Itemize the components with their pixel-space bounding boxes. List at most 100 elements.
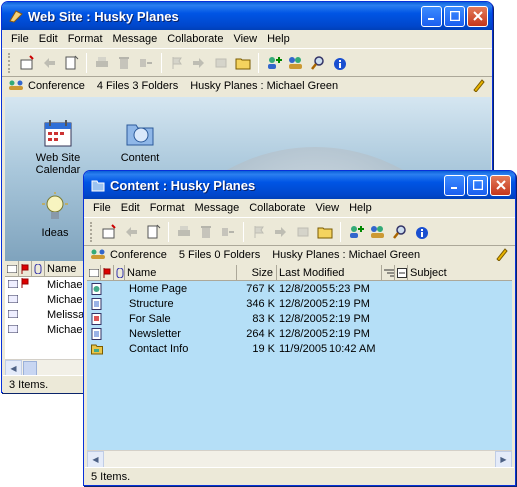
file-time: 2:19 PM bbox=[329, 327, 370, 340]
conference-icon bbox=[90, 248, 106, 263]
reply-icon[interactable] bbox=[120, 221, 142, 243]
file-list: Name Size Last Modified Subject Home Pag… bbox=[87, 264, 512, 450]
horizontal-scrollbar[interactable]: ◀ ▶ bbox=[87, 450, 512, 468]
menu-file[interactable]: File bbox=[6, 33, 34, 45]
file-time: 2:19 PM bbox=[329, 297, 370, 310]
file-date: 12/8/2005 bbox=[279, 282, 328, 295]
scroll-right-button[interactable]: ▶ bbox=[495, 450, 512, 468]
move-icon[interactable] bbox=[135, 52, 157, 74]
reply-icon[interactable] bbox=[38, 52, 60, 74]
users-icon[interactable] bbox=[285, 52, 307, 74]
edit-pencil-icon[interactable] bbox=[472, 78, 486, 95]
header-last-modified[interactable]: Last Modified bbox=[277, 264, 382, 281]
forward-icon[interactable] bbox=[270, 221, 292, 243]
toolbar-grip[interactable] bbox=[8, 52, 12, 73]
scroll-thumb[interactable] bbox=[23, 360, 37, 376]
menu-file[interactable]: File bbox=[88, 202, 116, 214]
header-type-icon[interactable] bbox=[5, 260, 19, 277]
menu-message[interactable]: Message bbox=[190, 202, 245, 214]
menu-message[interactable]: Message bbox=[108, 33, 163, 45]
forward-icon[interactable] bbox=[188, 52, 210, 74]
header-name[interactable]: Name bbox=[125, 264, 237, 281]
header-flag-icon[interactable] bbox=[101, 264, 114, 281]
close-button[interactable] bbox=[467, 5, 488, 27]
header-attachment-icon[interactable] bbox=[32, 260, 45, 277]
add-user-icon[interactable] bbox=[345, 221, 367, 243]
header-subject[interactable]: Subject bbox=[408, 265, 512, 281]
scroll-left-button[interactable]: ◀ bbox=[87, 450, 104, 468]
menu-help[interactable]: Help bbox=[344, 202, 377, 214]
calendar-icon bbox=[42, 117, 74, 149]
menu-view[interactable]: View bbox=[228, 33, 262, 45]
conference-label: Conference bbox=[28, 80, 85, 92]
attach-icon[interactable] bbox=[210, 52, 232, 74]
header-flag-icon[interactable] bbox=[19, 260, 32, 277]
header-priority-icon[interactable] bbox=[395, 264, 408, 281]
file-row[interactable]: Contact Info 19 K 11/9/2005 10:42 AM bbox=[87, 341, 512, 356]
menu-format[interactable]: Format bbox=[145, 202, 190, 214]
menu-help[interactable]: Help bbox=[262, 33, 295, 45]
file-time: 10:42 AM bbox=[329, 342, 376, 355]
new-message-icon[interactable] bbox=[98, 221, 120, 243]
toolbar-grip[interactable] bbox=[90, 221, 94, 242]
minimize-button[interactable] bbox=[421, 5, 442, 27]
file-row[interactable]: For Sale 83 K 12/8/2005 2:19 PM bbox=[87, 311, 512, 326]
scroll-left-button[interactable]: ◀ bbox=[5, 359, 22, 377]
menu-view[interactable]: View bbox=[310, 202, 344, 214]
flag-icon bbox=[21, 278, 47, 291]
search-icon[interactable] bbox=[307, 52, 329, 74]
move-icon[interactable] bbox=[217, 221, 239, 243]
search-icon[interactable] bbox=[389, 221, 411, 243]
icon-web-site-calendar[interactable]: Web Site Calendar bbox=[13, 117, 103, 176]
path-label: Husky Planes : Michael Green bbox=[272, 249, 421, 261]
website-titlebar[interactable]: Web Site : Husky Planes bbox=[2, 2, 492, 30]
content-app-icon bbox=[90, 177, 106, 193]
new-document-icon[interactable] bbox=[142, 221, 164, 243]
new-document-icon[interactable] bbox=[60, 52, 82, 74]
maximize-button[interactable] bbox=[444, 5, 465, 27]
print-icon[interactable] bbox=[91, 52, 113, 74]
icon-content[interactable]: Content bbox=[95, 117, 185, 164]
file-row[interactable]: Structure 346 K 12/8/2005 2:19 PM bbox=[87, 296, 512, 311]
folder-icon[interactable] bbox=[232, 52, 254, 74]
print-icon[interactable] bbox=[173, 221, 195, 243]
header-attachment-icon[interactable] bbox=[114, 264, 125, 281]
header-size[interactable]: Size bbox=[237, 264, 277, 281]
folder-icon[interactable] bbox=[314, 221, 336, 243]
conference-statusline: Conference 5 Files 0 Folders Husky Plane… bbox=[84, 246, 515, 264]
header-type-icon[interactable] bbox=[87, 264, 101, 281]
menu-edit[interactable]: Edit bbox=[34, 33, 63, 45]
item-count: 5 Items. bbox=[91, 470, 131, 483]
menu-collaborate[interactable]: Collaborate bbox=[162, 33, 228, 45]
file-row[interactable]: Newsletter 264 K 12/8/2005 2:19 PM bbox=[87, 326, 512, 341]
maximize-button[interactable] bbox=[467, 174, 488, 196]
message-icon bbox=[5, 294, 47, 306]
menubar: File Edit Format Message Collaborate Vie… bbox=[84, 199, 515, 218]
header-sort-icon[interactable] bbox=[382, 264, 395, 281]
edit-pencil-icon[interactable] bbox=[495, 247, 509, 264]
file-time: 5:23 PM bbox=[329, 282, 370, 295]
file-size: 264 K bbox=[246, 327, 275, 340]
file-row[interactable]: Home Page 767 K 12/8/2005 5:23 PM bbox=[87, 281, 512, 296]
close-button[interactable] bbox=[490, 174, 511, 196]
delete-icon[interactable] bbox=[113, 52, 135, 74]
content-titlebar[interactable]: Content : Husky Planes bbox=[84, 171, 515, 199]
lightbulb-icon bbox=[39, 192, 71, 224]
file-size: 83 K bbox=[252, 312, 275, 325]
users-icon[interactable] bbox=[367, 221, 389, 243]
file-size: 19 K bbox=[252, 342, 275, 355]
new-message-icon[interactable] bbox=[16, 52, 38, 74]
add-user-icon[interactable] bbox=[263, 52, 285, 74]
info-icon[interactable] bbox=[329, 52, 351, 74]
conference-icon bbox=[8, 79, 24, 94]
menu-collaborate[interactable]: Collaborate bbox=[244, 202, 310, 214]
attach-icon[interactable] bbox=[292, 221, 314, 243]
info-icon[interactable] bbox=[411, 221, 433, 243]
menu-format[interactable]: Format bbox=[63, 33, 108, 45]
content-window[interactable]: Content : Husky Planes File Edit Format … bbox=[83, 170, 516, 486]
flag-icon[interactable] bbox=[166, 52, 188, 74]
minimize-button[interactable] bbox=[444, 174, 465, 196]
menu-edit[interactable]: Edit bbox=[116, 202, 145, 214]
flag-icon[interactable] bbox=[248, 221, 270, 243]
delete-icon[interactable] bbox=[195, 221, 217, 243]
